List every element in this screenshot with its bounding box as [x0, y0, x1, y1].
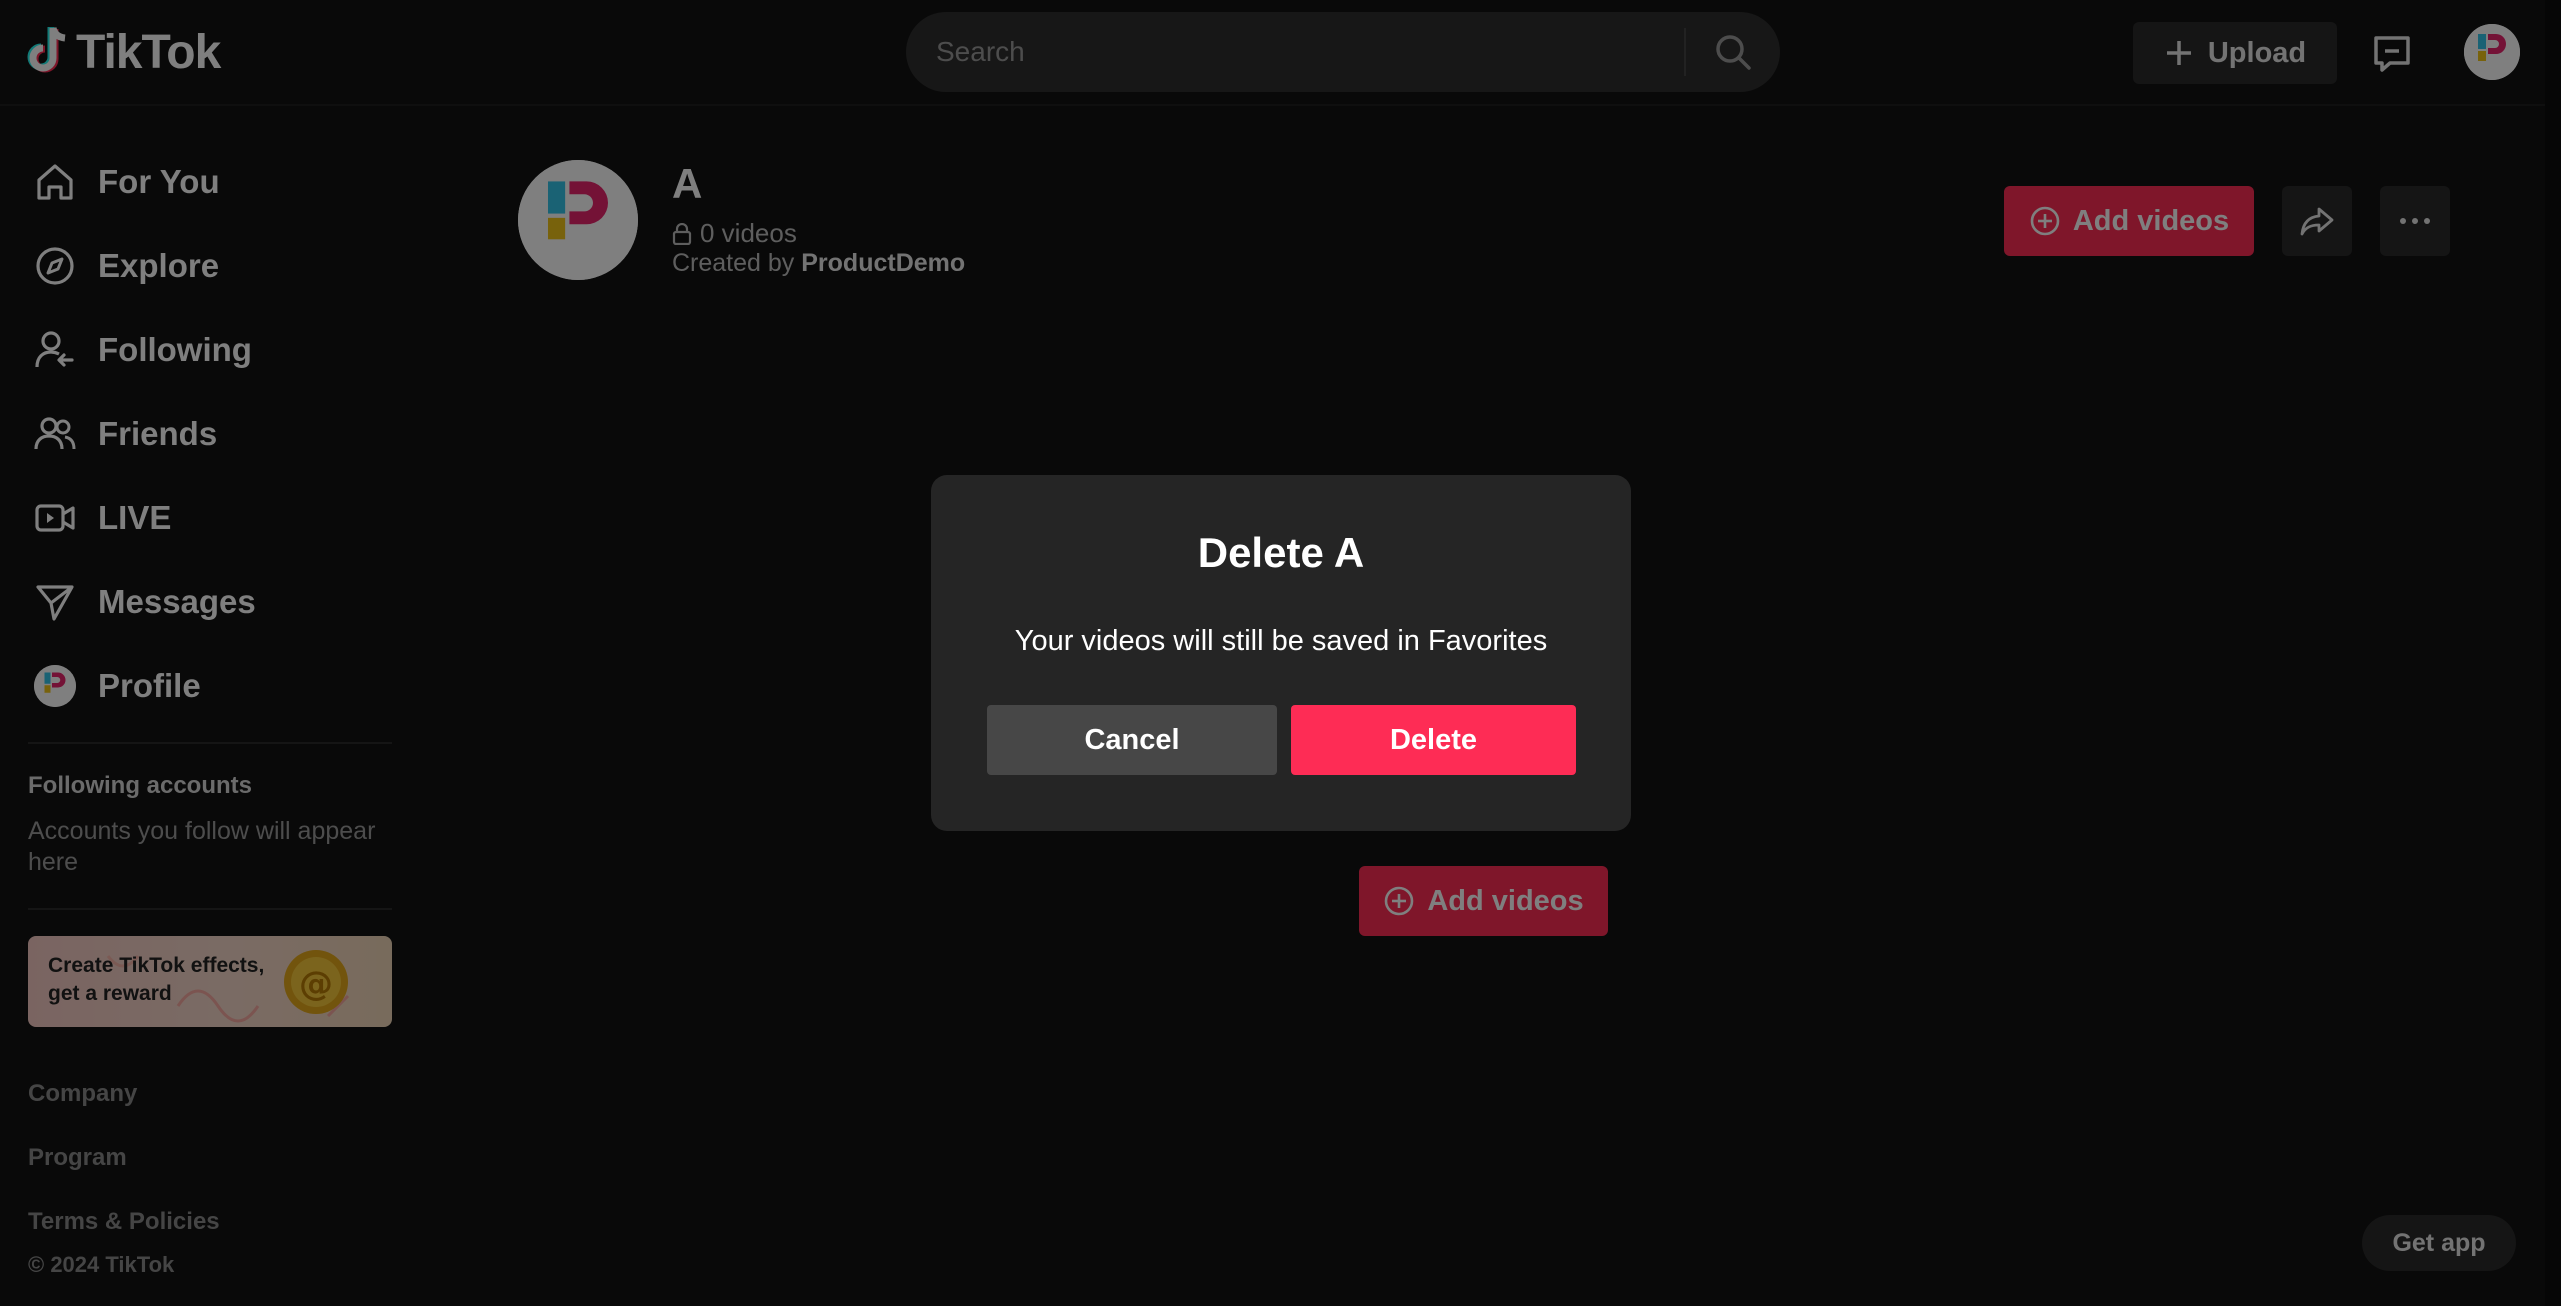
- delete-button[interactable]: Delete: [1291, 705, 1576, 775]
- delete-collection-dialog: Delete A Your videos will still be saved…: [931, 475, 1631, 831]
- page: TikTok Upload: [0, 0, 2561, 1306]
- dialog-message: Your videos will still be saved in Favor…: [1014, 625, 1548, 657]
- cancel-button[interactable]: Cancel: [987, 705, 1277, 775]
- dialog-title: Delete A: [1197, 529, 1365, 576]
